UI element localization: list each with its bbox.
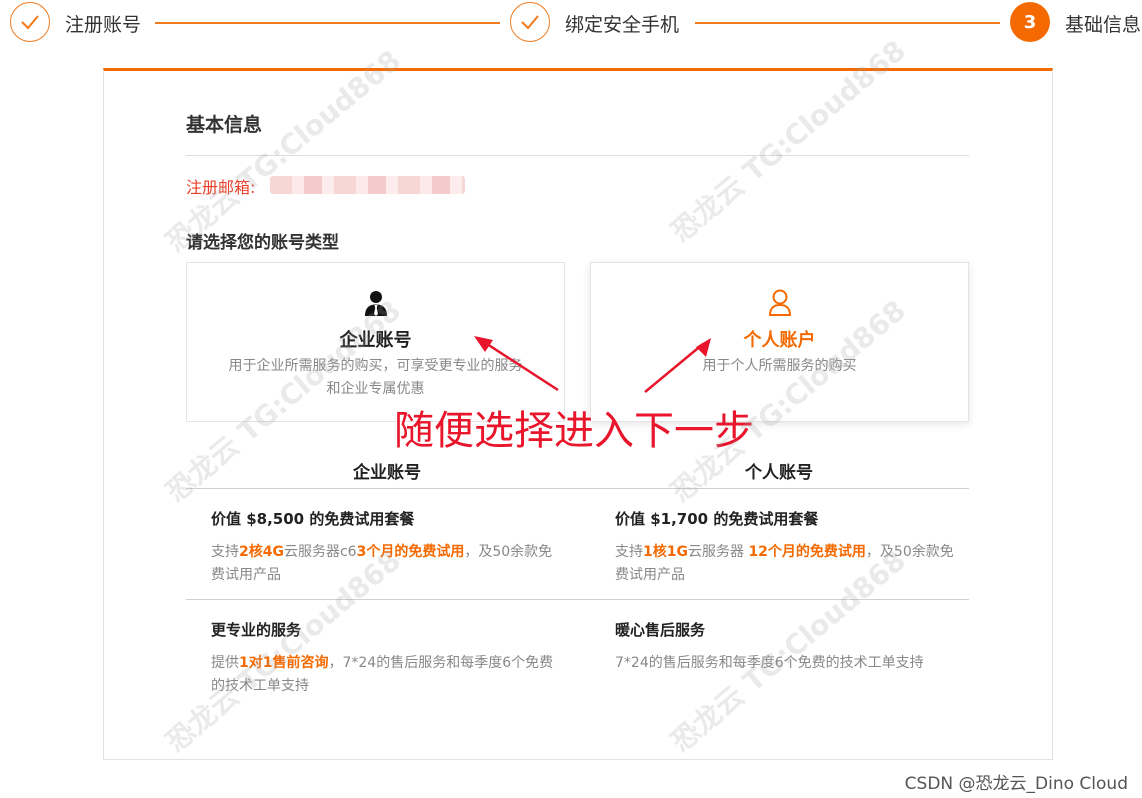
enterprise-desc-line2: 和企业专属优惠 [326, 381, 425, 397]
step-3-label: 基础信息 [1065, 14, 1142, 36]
enterprise-column-header: 企业账号 [353, 463, 421, 483]
step-1-check-icon [10, 2, 50, 42]
divider [186, 488, 969, 489]
csdn-credit: CSDN @恐龙云_Dino Cloud [904, 774, 1128, 794]
step-1-label: 注册账号 [65, 14, 142, 36]
personal-option-title: 个人账户 [743, 330, 816, 351]
enterprise-trial-desc: 支持2核4G云服务器c63个月的免费试用，及50余款免费试用产品 [211, 544, 553, 583]
email-label: 注册邮箱: [186, 178, 256, 197]
enterprise-option-desc: 用于企业所需服务的购买，可享受更专业的服务 和企业专属优惠 [213, 355, 538, 401]
step-2-label: 绑定安全手机 [565, 14, 680, 36]
divider [186, 155, 969, 156]
personal-option-desc: 用于个人所需服务的购买 [702, 358, 857, 374]
personal-trial-desc: 支持1核1G云服务器 12个月的免费试用，及50余款免费试用产品 [615, 544, 954, 583]
enterprise-service-title: 更专业的服务 [211, 621, 302, 639]
step-connector [695, 22, 1000, 24]
personal-service-desc: 7*24的售后服务和每季度6个免费的技术工单支持 [615, 655, 924, 671]
person-icon [768, 289, 792, 321]
enterprise-user-icon [364, 289, 388, 321]
email-value-redacted [270, 176, 465, 194]
enterprise-option-title: 企业账号 [339, 330, 412, 351]
account-type-label: 请选择您的账号类型 [186, 233, 339, 253]
step-2-check-icon [510, 2, 550, 42]
enterprise-service-desc: 提供1对1售前咨询，7*24的售后服务和每季度6个免费的技术工单支持 [211, 655, 554, 694]
section-title: 基本信息 [186, 114, 263, 136]
divider [186, 599, 969, 600]
step-progress-bar: 注册账号 绑定安全手机 3 基础信息 [0, 0, 1142, 46]
personal-column-header: 个人账号 [745, 463, 813, 483]
step-connector [155, 22, 500, 24]
step-3-number: 3 [1010, 2, 1050, 42]
enterprise-trial-title: 价值 $8,500 的免费试用套餐 [211, 510, 415, 528]
annotation-text: 随便选择进入下一步 [394, 408, 754, 454]
personal-service-title: 暖心售后服务 [615, 621, 706, 639]
personal-trial-title: 价值 $1,700 的免费试用套餐 [615, 510, 819, 528]
enterprise-desc-line1: 用于企业所需服务的购买，可享受更专业的服务 [228, 358, 523, 374]
